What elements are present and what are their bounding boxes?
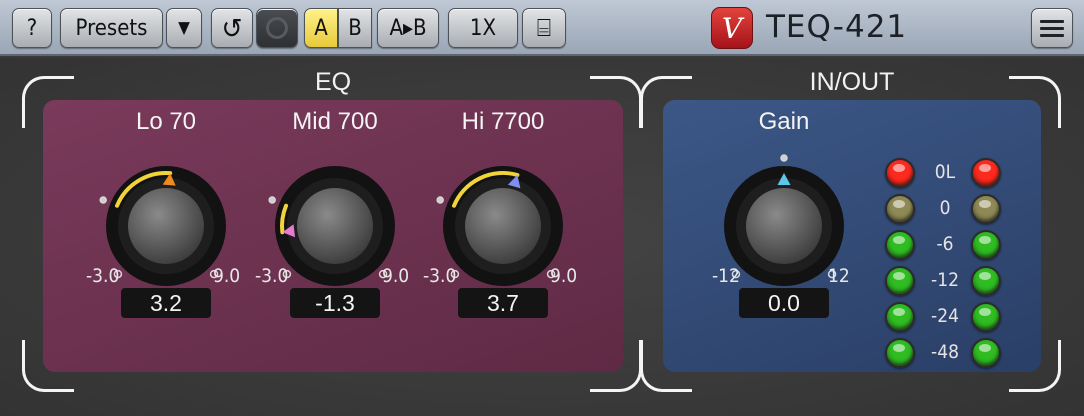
app-title: TEQ-421: [766, 9, 908, 45]
scale-dot: [780, 154, 788, 162]
led-left-minus24: [885, 302, 915, 332]
meter-row: -12: [885, 264, 1005, 296]
knob-min-label: -12: [712, 265, 740, 287]
meter-label: 0L: [934, 161, 956, 183]
main-area: EQ IN/OUT Lo 70 -3.0 9.0 3.2 Mid 700 -3.…: [0, 58, 1084, 416]
knob-min-label: -3.0: [423, 265, 457, 287]
redo-icon: [266, 17, 288, 39]
band-lo: Lo 70 -3.0 9.0 3.2: [86, 88, 246, 328]
menu-button[interactable]: [1031, 8, 1073, 48]
knob-cap: [128, 188, 204, 264]
knob-label: Mid 700: [292, 108, 378, 135]
led-left-minus6: [885, 230, 915, 260]
hamburger-icon: [1040, 16, 1064, 41]
meter-row: 0: [885, 192, 1005, 224]
gain-value-readout[interactable]: 0.0: [739, 288, 829, 318]
ab-a-button[interactable]: A: [304, 8, 338, 48]
meter-label: -6: [936, 233, 954, 255]
led-right-minus6: [971, 230, 1001, 260]
knob-min-label: -3.0: [255, 265, 289, 287]
led-right-minus48: [971, 338, 1001, 368]
knob-max-label: 9.0: [382, 265, 410, 287]
meter-label: -12: [931, 269, 959, 291]
band-hi: Hi 7700 -3.0 9.0 3.7: [423, 88, 583, 328]
knob-label: Lo 70: [135, 108, 197, 135]
knob-max-label: 9.0: [550, 265, 578, 287]
scale-dot: [99, 196, 107, 204]
mid-value-readout[interactable]: -1.3: [290, 288, 380, 318]
presets-dropdown-button[interactable]: ▼: [166, 8, 202, 48]
meter-row: -24: [885, 300, 1005, 332]
meter-label: 0: [939, 197, 951, 219]
toolbar: ? Presets ▼ ↺ A B A▸B 1X ⌸ V TEQ-421: [0, 0, 1084, 56]
band-mid: Mid 700 -3.0 9.0 -1.3: [255, 88, 415, 328]
undo-button[interactable]: ↺: [211, 8, 253, 48]
knob-cap: [297, 188, 373, 264]
meter-row: 0L: [885, 156, 1005, 188]
knob-cap: [746, 188, 822, 264]
scale-dot: [436, 196, 444, 204]
ab-b-button[interactable]: B: [338, 8, 372, 48]
knob-min-label: -3.0: [86, 265, 120, 287]
lo-value-readout[interactable]: 3.2: [121, 288, 211, 318]
knob-label: Gain: [758, 108, 810, 135]
knob-max-label: 9.0: [213, 265, 241, 287]
redo-button[interactable]: [256, 8, 298, 48]
eq-panel: Lo 70 -3.0 9.0 3.2 Mid 700 -3.0 9.0 -1.3…: [43, 100, 623, 372]
led-right-0: [971, 194, 1001, 224]
knob-cap: [465, 188, 541, 264]
knob-label: Hi 7700: [461, 108, 545, 135]
scale-dot: [268, 196, 276, 204]
undo-icon: ↺: [221, 11, 243, 45]
help-button[interactable]: ?: [12, 8, 52, 48]
led-left-minus12: [885, 266, 915, 296]
meter-label: -24: [931, 305, 959, 327]
led-right-minus24: [971, 302, 1001, 332]
ab-copy-button[interactable]: A▸B: [377, 8, 439, 48]
window-icon: ⌸: [536, 14, 552, 42]
io-panel: Gain -12 12 0.0 0L 0 -6 -12 -24 -48: [663, 100, 1041, 372]
led-left-0: [885, 194, 915, 224]
brand-logo: V: [711, 7, 753, 49]
hi-value-readout[interactable]: 3.7: [458, 288, 548, 318]
window-size-button[interactable]: ⌸: [522, 8, 566, 48]
knob-max-label: 12: [828, 265, 850, 287]
led-left-0l: [885, 158, 915, 188]
meter-row: -6: [885, 228, 1005, 260]
meter-row: -48: [885, 336, 1005, 368]
led-right-0l: [971, 158, 1001, 188]
chevron-down-icon: ▼: [178, 18, 190, 38]
level-meter: 0L 0 -6 -12 -24 -48: [885, 158, 1005, 390]
gain-control: Gain -12 12 0.0: [704, 88, 864, 328]
led-left-minus48: [885, 338, 915, 368]
presets-button[interactable]: Presets: [60, 8, 163, 48]
led-right-minus12: [971, 266, 1001, 296]
ab-compare-group: A B A▸B: [304, 8, 439, 48]
oversampling-button[interactable]: 1X: [448, 8, 518, 48]
meter-label: -48: [931, 341, 959, 363]
